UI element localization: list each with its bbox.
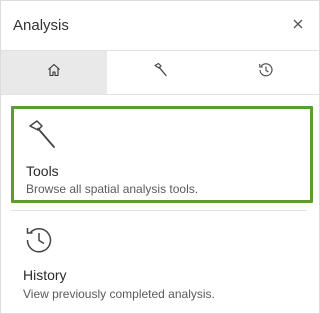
- tab-history[interactable]: [213, 51, 319, 94]
- history-card-description: View previously completed analysis.: [23, 287, 215, 301]
- history-icon: [257, 61, 275, 84]
- analysis-panel: Analysis Tools Browse all spatial analys…: [0, 0, 320, 314]
- tools-card-title: Tools: [26, 163, 59, 179]
- panel-header: Analysis: [1, 1, 319, 49]
- history-card[interactable]: History View previously completed analys…: [11, 210, 307, 306]
- history-icon: [22, 223, 56, 262]
- tools-card[interactable]: Tools Browse all spatial analysis tools.: [11, 106, 313, 203]
- home-icon: [46, 62, 62, 83]
- tab-tools[interactable]: [107, 51, 213, 94]
- close-icon[interactable]: [289, 15, 307, 33]
- tab-home[interactable]: [1, 51, 107, 94]
- hammer-icon: [151, 61, 169, 84]
- panel-title: Analysis: [13, 17, 69, 34]
- tab-bar: [1, 50, 319, 95]
- hammer-icon: [25, 117, 59, 156]
- history-card-title: History: [23, 267, 67, 283]
- tools-card-description: Browse all spatial analysis tools.: [26, 182, 199, 196]
